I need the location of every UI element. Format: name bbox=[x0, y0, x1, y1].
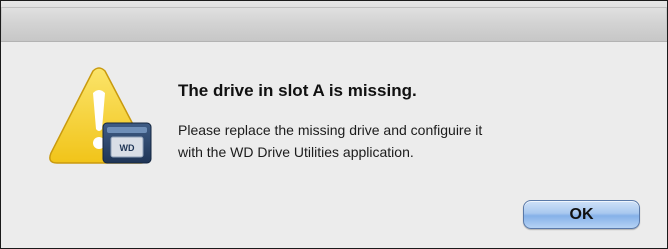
window-titlebar[interactable] bbox=[1, 1, 667, 42]
alert-message: Please replace the missing drive and con… bbox=[178, 119, 638, 163]
caution-drive-icon: WD bbox=[49, 67, 152, 164]
titlebar-bevel bbox=[1, 7, 667, 41]
ok-button[interactable]: OK bbox=[523, 200, 640, 229]
alert-message-line-1: Please replace the missing drive and con… bbox=[178, 122, 483, 138]
drive-badge: WD bbox=[102, 122, 152, 164]
drive-badge-label: WD bbox=[120, 143, 135, 153]
alert-message-line-2: with the WD Drive Utilities application. bbox=[178, 144, 414, 160]
alert-dialog: WD The drive in slot A is missing. Pleas… bbox=[0, 0, 668, 249]
alert-title: The drive in slot A is missing. bbox=[178, 81, 417, 100]
